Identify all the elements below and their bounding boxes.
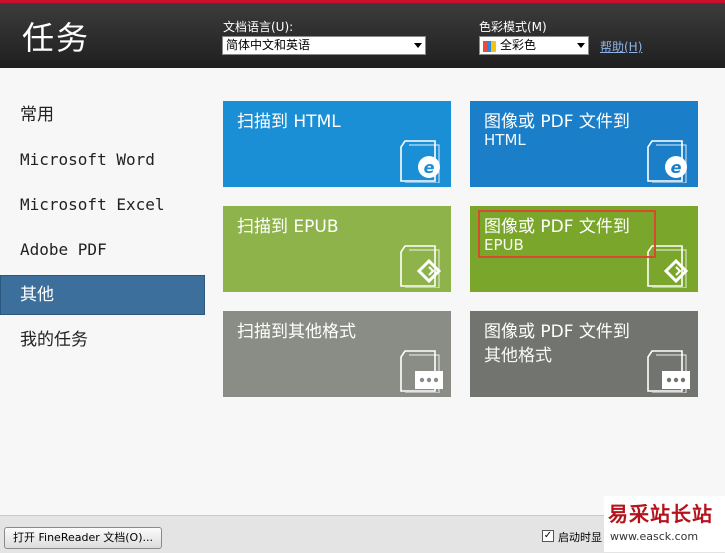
language-select-value: 简体中文和英语: [226, 38, 311, 52]
tile-scan-to-other[interactable]: 扫描到其他格式: [223, 311, 451, 397]
sidebar-item-excel[interactable]: Microsoft Excel: [0, 185, 205, 225]
language-label: 文档语言(U):: [223, 20, 294, 34]
sidebar: 常用 Microsoft Word Microsoft Excel Adobe …: [0, 95, 205, 365]
epub-icon: [400, 245, 442, 288]
more-icon: [647, 350, 690, 393]
svg-text:e: e: [424, 158, 435, 177]
html-ie-icon: e: [647, 140, 687, 183]
header-bar: 任务 文档语言(U): 简体中文和英语 色彩模式(M) 全彩色 帮助(H): [0, 0, 725, 68]
tile-image-pdf-to-html[interactable]: 图像或 PDF 文件到 HTML e: [470, 101, 698, 187]
tile-scan-to-epub[interactable]: 扫描到 EPUB: [223, 206, 451, 292]
chevron-down-icon: [577, 43, 585, 48]
highlight-box: [478, 210, 656, 258]
tile-image-pdf-to-other[interactable]: 图像或 PDF 文件到 其他格式: [470, 311, 698, 397]
tile-title: 扫描到 EPUB: [237, 217, 339, 237]
sidebar-item-my-tasks[interactable]: 我的任务: [0, 320, 205, 360]
watermark-url: www.easck.com: [610, 530, 699, 543]
tile-title: 图像或 PDF 文件到: [484, 112, 630, 132]
startup-checkbox-label: 启动时显: [558, 531, 602, 544]
sidebar-item-pdf[interactable]: Adobe PDF: [0, 230, 205, 270]
chevron-down-icon: [414, 43, 422, 48]
language-select[interactable]: 简体中文和英语: [222, 36, 426, 55]
tile-title: 扫描到 HTML: [237, 112, 341, 132]
html-ie-icon: e: [400, 140, 440, 183]
color-mode-select[interactable]: 全彩色: [479, 36, 589, 55]
sidebar-item-common[interactable]: 常用: [0, 95, 205, 135]
color-mode-value: 全彩色: [500, 38, 537, 52]
watermark: 易采站长站 www.easck.com: [604, 496, 725, 552]
tile-title: 图像或 PDF 文件到: [484, 322, 630, 342]
more-icon: [400, 350, 443, 393]
watermark-title: 易采站长站: [608, 502, 713, 526]
tile-subtitle: HTML: [484, 131, 526, 149]
svg-text:e: e: [671, 158, 682, 177]
tile-title: 扫描到其他格式: [237, 322, 356, 342]
page-title: 任务: [22, 19, 91, 57]
color-mode-label: 色彩模式(M): [479, 20, 547, 34]
open-document-button[interactable]: 打开 FineReader 文档(O)...: [4, 527, 162, 549]
sidebar-item-other[interactable]: 其他: [0, 275, 205, 315]
sidebar-item-word[interactable]: Microsoft Word: [0, 140, 205, 180]
tile-scan-to-html[interactable]: 扫描到 HTML e: [223, 101, 451, 187]
startup-checkbox[interactable]: ✓: [542, 530, 554, 542]
color-palette-icon: [483, 40, 496, 52]
help-link[interactable]: 帮助(H): [600, 38, 642, 55]
tile-subtitle: 其他格式: [484, 346, 552, 366]
